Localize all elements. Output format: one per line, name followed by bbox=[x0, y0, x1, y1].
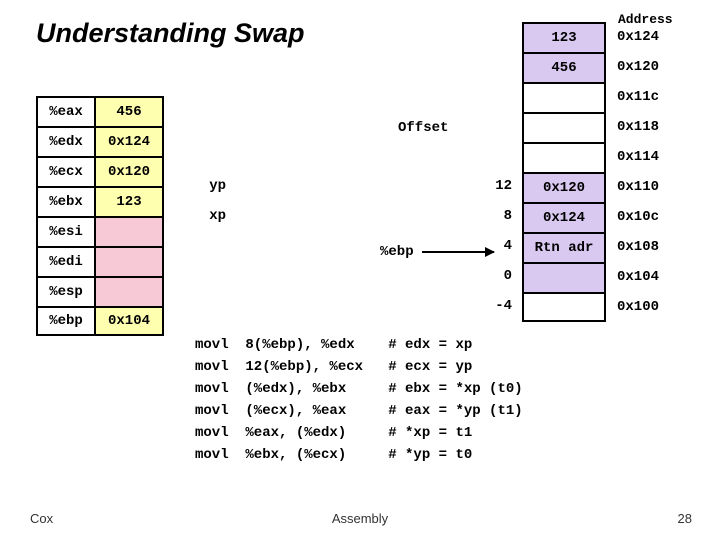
register-name: %esp bbox=[36, 276, 96, 306]
memory-cell: 123 bbox=[522, 22, 606, 52]
address-header: Address bbox=[618, 12, 673, 27]
register-row: %esp bbox=[36, 276, 164, 306]
register-value: 123 bbox=[96, 186, 164, 216]
memory-offset: 0 bbox=[504, 268, 512, 284]
register-value: 0x104 bbox=[96, 306, 164, 336]
memory-address: 0x108 bbox=[617, 239, 659, 255]
memory-address: 0x118 bbox=[617, 119, 659, 135]
page-title: Understanding Swap bbox=[36, 18, 305, 49]
memory-address: 0x100 bbox=[617, 299, 659, 315]
register-name: %edx bbox=[36, 126, 96, 156]
assembly-code: movl 8(%ebp), %edx # edx = xp movl 12(%e… bbox=[195, 334, 523, 466]
memory-row: 0x114 bbox=[522, 142, 606, 172]
footer-page-number: 28 bbox=[678, 511, 692, 526]
memory-address: 0x114 bbox=[617, 149, 659, 165]
memory-left-label: xp bbox=[209, 208, 226, 224]
register-value bbox=[96, 276, 164, 306]
register-name: %eax bbox=[36, 96, 96, 126]
register-row: %eax456 bbox=[36, 96, 164, 126]
register-row: %ebx123 bbox=[36, 186, 164, 216]
register-row: %ecx0x120 bbox=[36, 156, 164, 186]
memory-cell bbox=[522, 112, 606, 142]
memory-offset: 4 bbox=[504, 238, 512, 254]
memory-row: 4560x120 bbox=[522, 52, 606, 82]
memory-row: 0x118 bbox=[522, 112, 606, 142]
memory-cell bbox=[522, 292, 606, 322]
memory-row: 0x1240x10cxp8 bbox=[522, 202, 606, 232]
arrow-icon bbox=[422, 251, 494, 253]
memory-row: 1230x124 bbox=[522, 22, 606, 52]
ebp-label: %ebp bbox=[380, 244, 414, 260]
memory-address: 0x120 bbox=[617, 59, 659, 75]
offset-label: Offset bbox=[398, 120, 448, 136]
memory-address: 0x11c bbox=[617, 89, 659, 105]
register-name: %ebx bbox=[36, 186, 96, 216]
memory-cell bbox=[522, 82, 606, 112]
footer-title: Assembly bbox=[0, 511, 720, 526]
memory-cell: 0x120 bbox=[522, 172, 606, 202]
register-row: %ebp0x104 bbox=[36, 306, 164, 336]
register-table: %eax456%edx0x124%ecx0x120%ebx123%esi%edi… bbox=[36, 96, 164, 336]
memory-row: 0x1200x110yp12 bbox=[522, 172, 606, 202]
memory-offset: 12 bbox=[495, 178, 512, 194]
register-row: %edi bbox=[36, 246, 164, 276]
register-value bbox=[96, 246, 164, 276]
register-name: %ebp bbox=[36, 306, 96, 336]
register-value: 456 bbox=[96, 96, 164, 126]
memory-address: 0x104 bbox=[617, 269, 659, 285]
memory-address: 0x10c bbox=[617, 209, 659, 225]
memory-offset: 8 bbox=[504, 208, 512, 224]
memory-cell bbox=[522, 262, 606, 292]
memory-address: 0x124 bbox=[617, 29, 659, 45]
memory-row: 0x1040 bbox=[522, 262, 606, 292]
register-value: 0x124 bbox=[96, 126, 164, 156]
memory-left-label: yp bbox=[209, 178, 226, 194]
memory-offset: -4 bbox=[495, 298, 512, 314]
register-row: %edx0x124 bbox=[36, 126, 164, 156]
register-value bbox=[96, 216, 164, 246]
register-value: 0x120 bbox=[96, 156, 164, 186]
memory-stack: 1230x1244560x1200x11c0x1180x1140x1200x11… bbox=[522, 22, 606, 322]
memory-address: 0x110 bbox=[617, 179, 659, 195]
memory-row: 0x11c bbox=[522, 82, 606, 112]
memory-row: Rtn adr0x1084 bbox=[522, 232, 606, 262]
memory-cell: 0x124 bbox=[522, 202, 606, 232]
register-row: %esi bbox=[36, 216, 164, 246]
ebp-pointer: %ebp bbox=[380, 244, 494, 260]
memory-cell bbox=[522, 142, 606, 172]
register-name: %edi bbox=[36, 246, 96, 276]
register-name: %esi bbox=[36, 216, 96, 246]
register-name: %ecx bbox=[36, 156, 96, 186]
memory-row: 0x100-4 bbox=[522, 292, 606, 322]
memory-cell: Rtn adr bbox=[522, 232, 606, 262]
memory-cell: 456 bbox=[522, 52, 606, 82]
